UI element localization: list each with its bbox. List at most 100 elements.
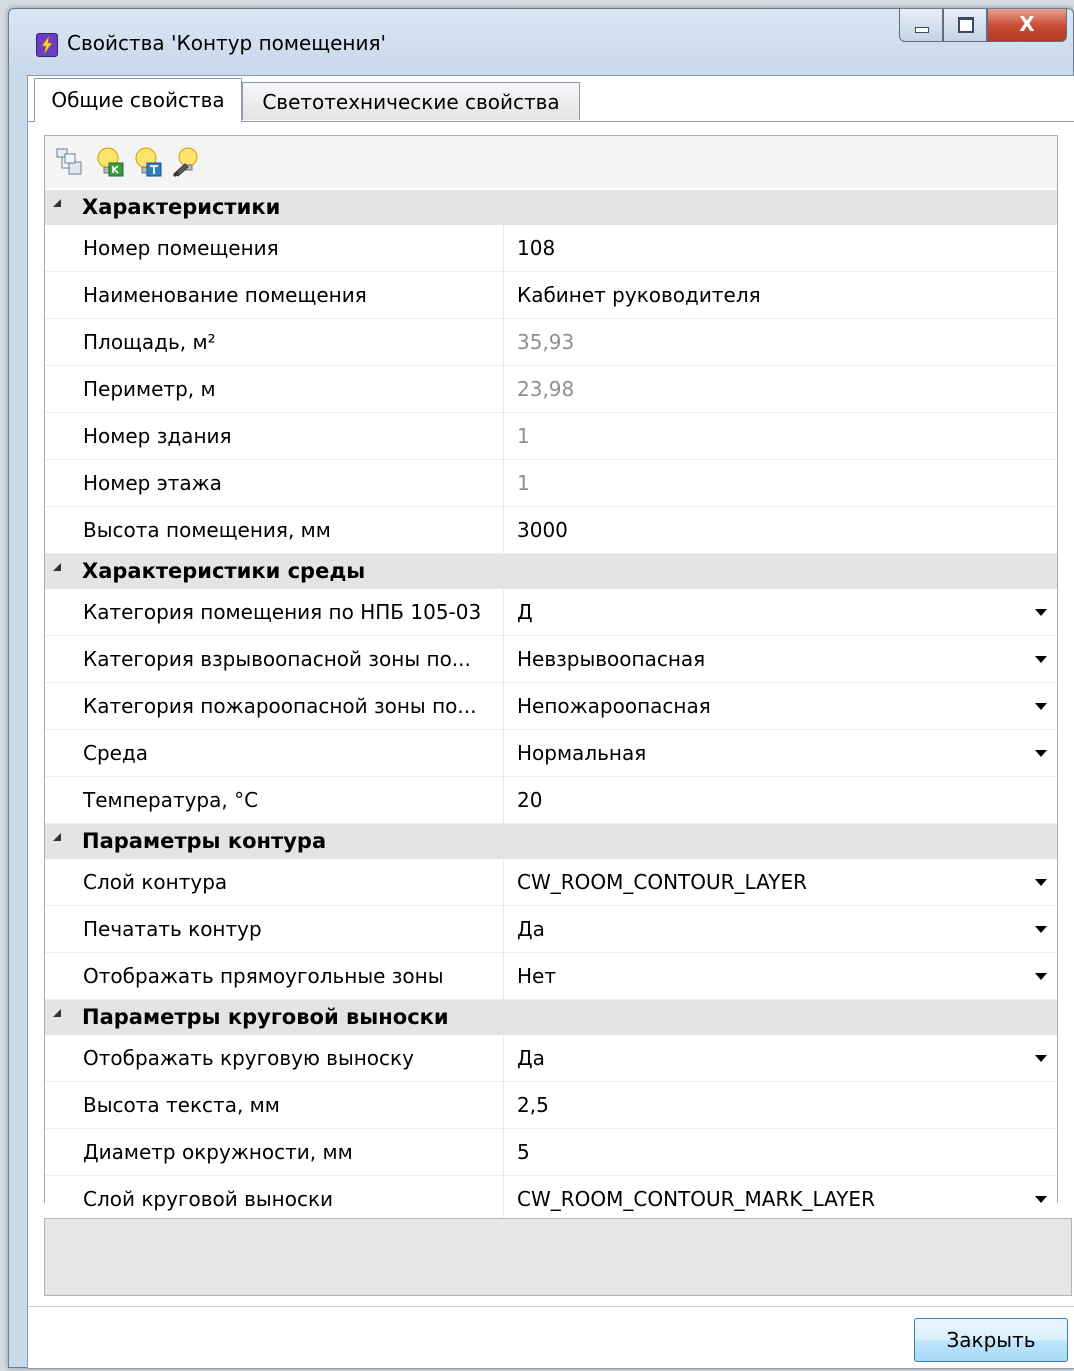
property-value[interactable]: CW_ROOM_CONTOUR_LAYER — [517, 859, 1017, 905]
property-name: Среда — [83, 730, 504, 776]
dropdown-arrow-icon[interactable] — [1035, 609, 1047, 616]
caption-buttons: X — [899, 9, 1067, 43]
property-row-room-name[interactable]: Наименование помещения Кабинет руководит… — [45, 272, 1057, 319]
collapse-arrow-icon[interactable] — [53, 833, 61, 841]
maximize-button[interactable] — [943, 9, 987, 42]
property-row-room-height[interactable]: Высота помещения, мм 3000 — [45, 507, 1057, 554]
category-characteristics[interactable]: Характеристики — [45, 190, 1057, 225]
property-value[interactable]: CW_ROOM_CONTOUR_MARK_LAYER — [517, 1176, 1017, 1222]
tab-lighting-properties[interactable]: Светотехнические свойства — [242, 82, 580, 120]
property-row-environment[interactable]: Среда Нормальная — [45, 730, 1057, 777]
property-value[interactable]: Нет — [517, 953, 1017, 999]
property-row-callout-layer[interactable]: Слой круговой выноски CW_ROOM_CONTOUR_MA… — [45, 1176, 1057, 1223]
property-value[interactable]: 5 — [517, 1129, 1017, 1175]
property-value[interactable]: Невзрывоопасная — [517, 636, 1017, 682]
property-name: Высота помещения, мм — [83, 507, 504, 553]
property-row-rect-zones[interactable]: Отображать прямоугольные зоны Нет — [45, 953, 1057, 1000]
property-grid-toolbar — [45, 136, 1057, 188]
property-name: Категория помещения по НПБ 105-03 — [83, 589, 504, 635]
property-value: 1 — [517, 424, 530, 448]
category-label: Параметры контура — [82, 829, 327, 853]
collapse-arrow-icon[interactable] — [53, 199, 61, 207]
footer-divider — [28, 1306, 1074, 1307]
lamp-k-icon[interactable] — [95, 146, 125, 178]
property-value[interactable]: 20 — [517, 777, 1017, 823]
category-environment[interactable]: Характеристики среды — [45, 554, 1057, 589]
category-label: Параметры круговой выноски — [82, 1005, 449, 1029]
tab-general-properties[interactable]: Общие свойства — [34, 78, 242, 122]
property-value[interactable]: Кабинет руководителя — [517, 272, 1017, 318]
dropdown-arrow-icon[interactable] — [1035, 656, 1047, 663]
property-row-circle-diameter[interactable]: Диаметр окружности, мм 5 — [45, 1129, 1057, 1176]
property-value[interactable]: Непожароопасная — [517, 683, 1017, 729]
property-row-perimeter[interactable]: Периметр, м 23,98 — [45, 366, 1057, 413]
properties-window: Свойства 'Контур помещения' X Общие свой… — [8, 8, 1074, 1369]
property-value[interactable]: Д — [517, 589, 1017, 635]
property-name: Отображать круговую выноску — [83, 1035, 504, 1081]
property-row-text-height[interactable]: Высота текста, мм 2,5 — [45, 1082, 1057, 1129]
property-name: Печатать контур — [83, 906, 504, 952]
property-row-room-category[interactable]: Категория помещения по НПБ 105-03 Д — [45, 589, 1057, 636]
category-label: Характеристики — [82, 195, 281, 219]
lightning-app-icon — [36, 33, 58, 57]
property-value[interactable]: 3000 — [517, 507, 1017, 553]
dialog-client-area: Общие свойства Светотехнические свойства — [27, 75, 1074, 1369]
property-value: 1 — [517, 471, 530, 495]
property-row-explosion-zone[interactable]: Категория взрывоопасной зоны по... Невзр… — [45, 636, 1057, 683]
dropdown-arrow-icon[interactable] — [1035, 926, 1047, 933]
dropdown-arrow-icon[interactable] — [1035, 1055, 1047, 1062]
property-value: 23,98 — [517, 377, 575, 401]
collapse-arrow-icon[interactable] — [53, 1009, 61, 1017]
property-row-room-number[interactable]: Номер помещения 108 — [45, 225, 1057, 272]
dropdown-arrow-icon[interactable] — [1035, 750, 1047, 757]
close-button[interactable]: Закрыть — [914, 1318, 1068, 1362]
category-circle-callout[interactable]: Параметры круговой выноски — [45, 1000, 1057, 1035]
lamp-brush-icon[interactable] — [171, 146, 201, 178]
property-value[interactable]: Нормальная — [517, 730, 1017, 776]
maximize-icon — [958, 17, 974, 33]
title-bar[interactable]: Свойства 'Контур помещения' X — [9, 9, 1073, 73]
property-row-floor-number[interactable]: Номер этажа 1 — [45, 460, 1057, 507]
property-row-contour-layer[interactable]: Слой контура CW_ROOM_CONTOUR_LAYER — [45, 859, 1057, 906]
property-name: Температура, °C — [83, 777, 504, 823]
property-name: Слой круговой выноски — [83, 1176, 504, 1222]
property-row-area[interactable]: Площадь, м² 35,93 — [45, 319, 1057, 366]
property-name: Высота текста, мм — [83, 1082, 504, 1128]
collapse-arrow-icon[interactable] — [53, 563, 61, 571]
property-name: Номер помещения — [83, 225, 504, 271]
property-grid: Характеристики Номер помещения 108 Наиме… — [44, 135, 1058, 1223]
category-label: Характеристики среды — [82, 559, 366, 583]
property-row-building-number[interactable]: Номер здания 1 — [45, 413, 1057, 460]
minimize-button[interactable] — [899, 9, 943, 42]
property-value[interactable]: Да — [517, 1035, 1017, 1081]
dropdown-arrow-icon[interactable] — [1035, 1196, 1047, 1203]
property-name: Категория пожароопасной зоны по... — [83, 683, 504, 729]
property-rows: Характеристики Номер помещения 108 Наиме… — [45, 190, 1057, 1223]
property-name: Номер здания — [83, 413, 504, 459]
object-tree-icon[interactable] — [55, 146, 85, 178]
minimize-icon — [915, 27, 929, 33]
property-name: Отображать прямоугольные зоны — [83, 953, 504, 999]
close-icon: X — [1019, 12, 1035, 36]
property-value[interactable]: 108 — [517, 225, 1017, 271]
property-name: Наименование помещения — [83, 272, 504, 318]
dropdown-arrow-icon[interactable] — [1035, 973, 1047, 980]
category-contour-params[interactable]: Параметры контура — [45, 824, 1057, 859]
lamp-t-icon[interactable] — [133, 146, 163, 178]
property-row-temperature[interactable]: Температура, °C 20 — [45, 777, 1057, 824]
property-value[interactable]: 2,5 — [517, 1082, 1017, 1128]
dropdown-arrow-icon[interactable] — [1035, 703, 1047, 710]
property-value[interactable]: Да — [517, 906, 1017, 952]
property-value: 35,93 — [517, 330, 575, 354]
dropdown-arrow-icon[interactable] — [1035, 879, 1047, 886]
tab-strip: Общие свойства Светотехнические свойства — [28, 76, 1074, 122]
property-row-show-callout[interactable]: Отображать круговую выноску Да — [45, 1035, 1057, 1082]
description-panel — [44, 1218, 1072, 1296]
property-name: Номер этажа — [83, 460, 504, 506]
property-name: Диаметр окружности, мм — [83, 1129, 504, 1175]
window-title: Свойства 'Контур помещения' — [67, 31, 387, 55]
property-row-print-contour[interactable]: Печатать контур Да — [45, 906, 1057, 953]
property-row-fire-zone[interactable]: Категория пожароопасной зоны по... Непож… — [45, 683, 1057, 730]
property-name: Слой контура — [83, 859, 504, 905]
close-window-button[interactable]: X — [987, 9, 1067, 42]
